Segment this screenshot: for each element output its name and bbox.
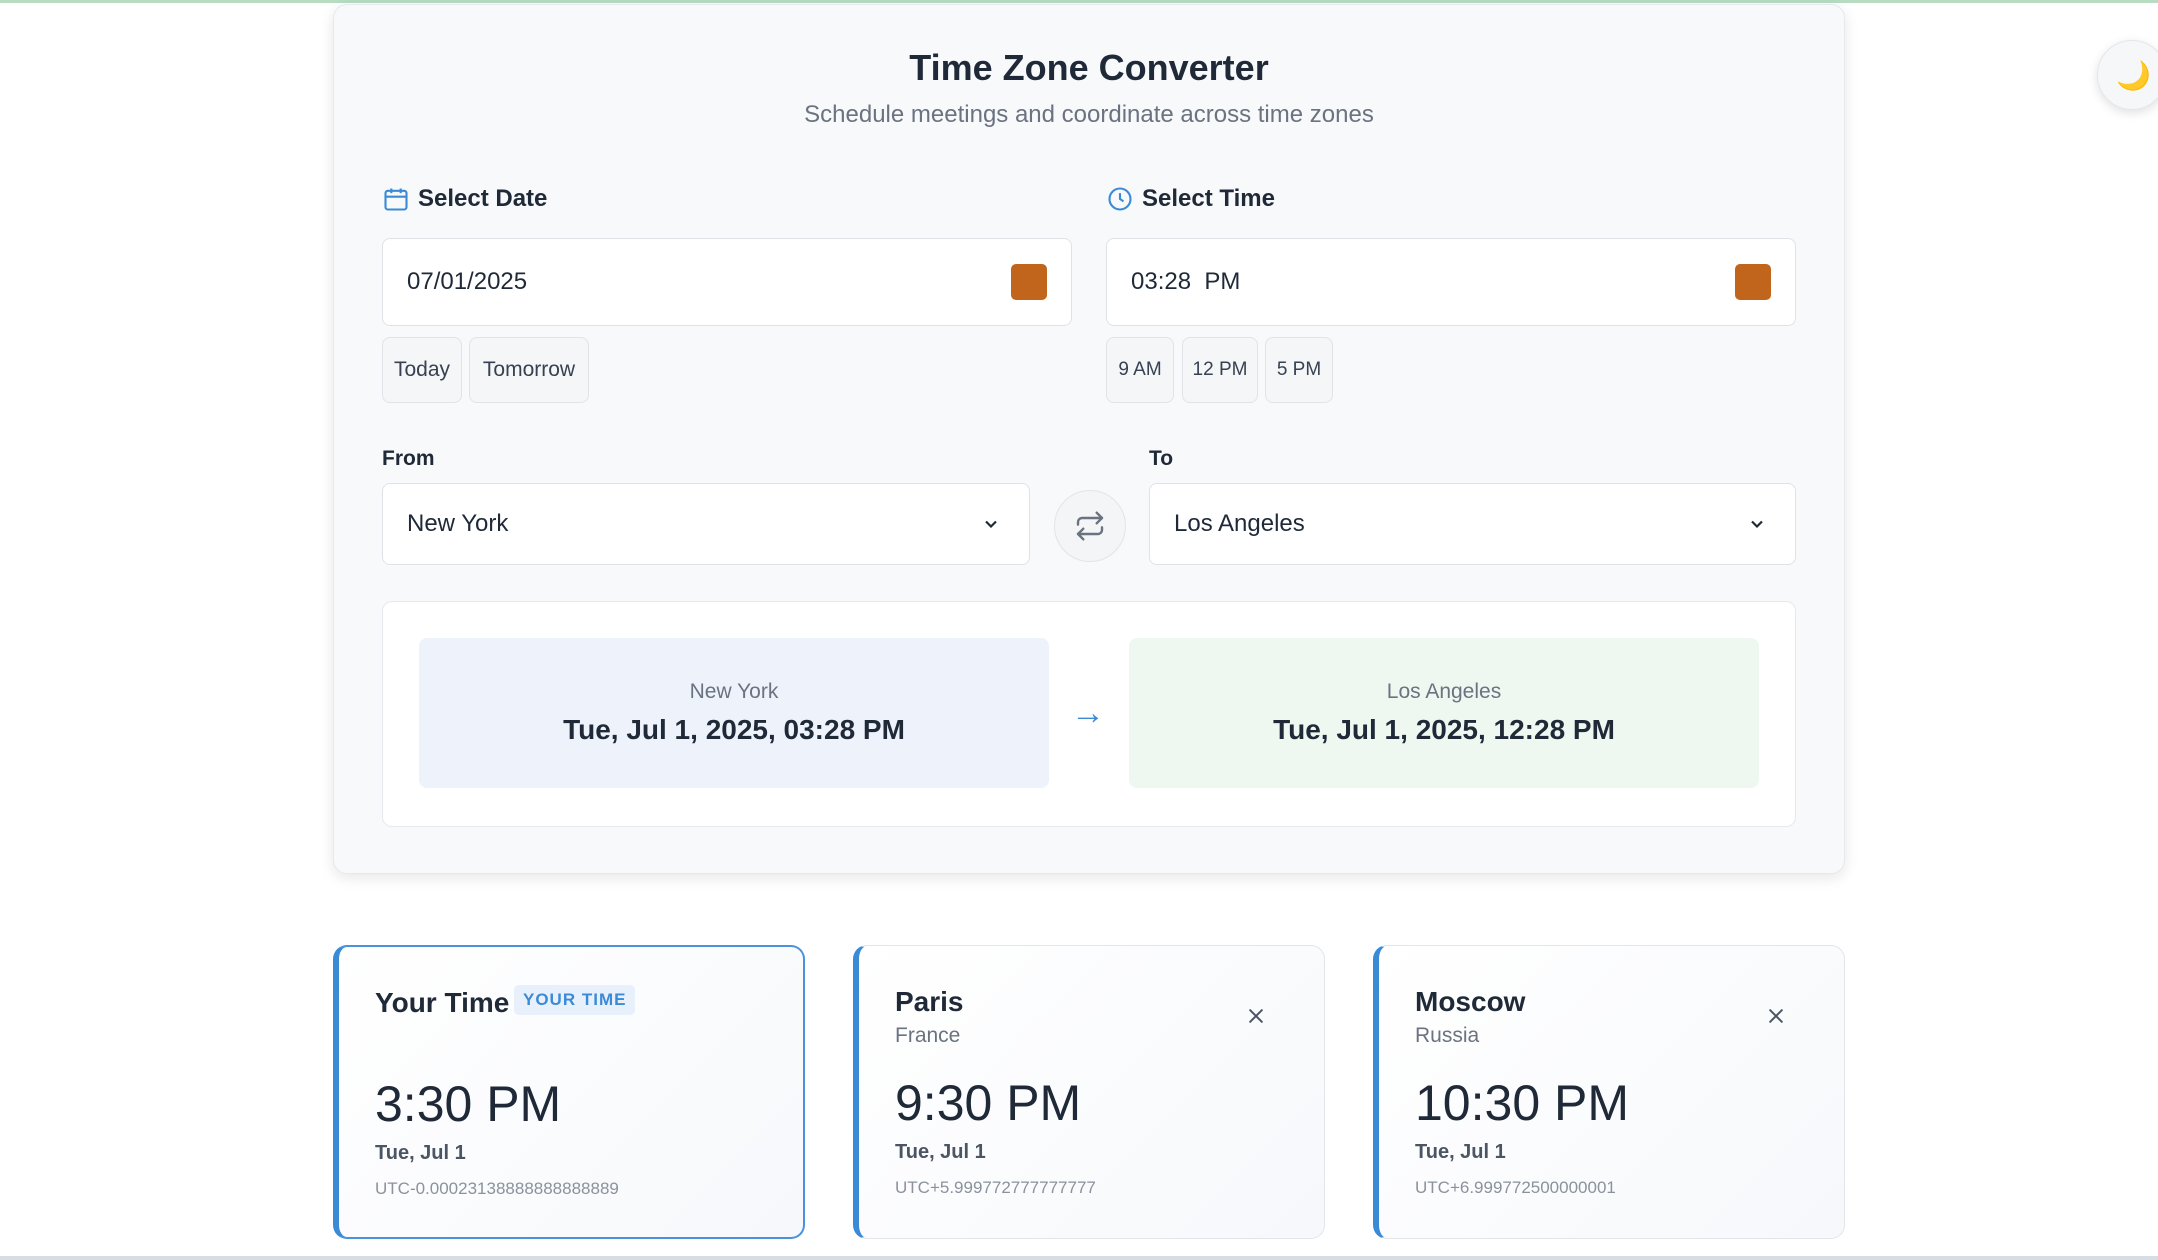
to-value: Los Angeles: [1174, 510, 1305, 537]
from-value: New York: [407, 510, 509, 537]
page-subtitle: Schedule meetings and coordinate across …: [804, 101, 1374, 128]
zone-offset: UTC+6.999772500000001: [1415, 1178, 1616, 1197]
date-picker-button[interactable]: [1011, 264, 1047, 300]
result-from-time: Tue, Jul 1, 2025, 03:28 PM: [563, 714, 905, 745]
today-button[interactable]: Today: [382, 337, 462, 403]
date-label-row: Select Date: [382, 185, 547, 213]
page-title: Time Zone Converter: [909, 47, 1269, 88]
date-label: Select Date: [418, 185, 548, 212]
swap-icon: [1076, 511, 1104, 541]
tomorrow-button[interactable]: Tomorrow: [469, 337, 589, 403]
zone-country: France: [895, 1024, 961, 1047]
zone-card-moscow[interactable]: Moscow Russia 10:30 PM Tue, Jul 1 UTC+6.…: [1373, 945, 1845, 1239]
zone-card-your-time[interactable]: Your Time YOUR TIME 3:30 PM Tue, Jul 1 U…: [333, 945, 805, 1239]
zone-name: Paris: [895, 986, 964, 1017]
to-label: To: [1149, 447, 1174, 470]
date-input[interactable]: 07/01/2025: [382, 238, 1072, 326]
calendar-icon: [384, 188, 408, 211]
quick-time-9am[interactable]: 9 AM: [1106, 337, 1174, 403]
zone-country: Russia: [1415, 1024, 1480, 1047]
zone-date: Tue, Jul 1: [1415, 1141, 1506, 1163]
zone-name: Moscow: [1415, 986, 1526, 1017]
result-from-city: New York: [689, 680, 779, 703]
time-picker-button[interactable]: [1735, 264, 1771, 300]
time-label: Select Time: [1142, 185, 1275, 212]
moon-icon: 🌙: [2116, 59, 2151, 91]
arrow-right-icon: →: [1071, 694, 1105, 732]
result-from-box: New York Tue, Jul 1, 2025, 03:28 PM: [419, 638, 1049, 788]
zone-time: 9:30 PM: [895, 1075, 1082, 1131]
zone-offset: UTC+5.999772777777777: [895, 1178, 1096, 1197]
from-select[interactable]: New York: [382, 483, 1030, 565]
result-to-box: Los Angeles Tue, Jul 1, 2025, 12:28 PM: [1129, 638, 1759, 788]
to-select[interactable]: Los Angeles: [1149, 483, 1796, 565]
zone-time: 3:30 PM: [375, 1076, 562, 1132]
your-time-badge: YOUR TIME: [514, 985, 636, 1015]
quick-time-12pm[interactable]: 12 PM: [1182, 337, 1258, 403]
result-to-city: Los Angeles: [1386, 680, 1502, 703]
time-value: 03:28 PM: [1131, 268, 1241, 295]
time-label-row: Select Time: [1106, 185, 1275, 213]
zone-card-paris[interactable]: Paris France 9:30 PM Tue, Jul 1 UTC+5.99…: [853, 945, 1325, 1239]
swap-button[interactable]: [1054, 490, 1126, 562]
top-border: [0, 0, 2158, 3]
chevron-down-icon: [1751, 520, 1763, 529]
close-icon[interactable]: [1766, 1006, 1786, 1026]
clock-icon: [1108, 187, 1132, 211]
converter-card: Time Zone Converter Schedule meetings an…: [333, 4, 1845, 874]
conversion-result: New York Tue, Jul 1, 2025, 03:28 PM → Lo…: [382, 601, 1796, 827]
date-value: 07/01/2025: [407, 268, 528, 295]
bottom-border: [0, 1256, 2158, 1260]
zone-offset: UTC-0.00023138888888888889: [375, 1179, 619, 1198]
time-input[interactable]: 03:28 PM: [1106, 238, 1796, 326]
zone-name: Your Time: [375, 987, 510, 1018]
zone-time: 10:30 PM: [1415, 1075, 1630, 1131]
chevron-down-icon: [985, 520, 997, 529]
quick-time-5pm[interactable]: 5 PM: [1265, 337, 1333, 403]
from-label: From: [382, 447, 435, 470]
zone-date: Tue, Jul 1: [375, 1142, 466, 1164]
close-icon[interactable]: [1246, 1006, 1266, 1026]
result-to-time: Tue, Jul 1, 2025, 12:28 PM: [1273, 714, 1615, 745]
theme-toggle-button[interactable]: 🌙: [2097, 40, 2158, 110]
zone-date: Tue, Jul 1: [895, 1141, 986, 1163]
